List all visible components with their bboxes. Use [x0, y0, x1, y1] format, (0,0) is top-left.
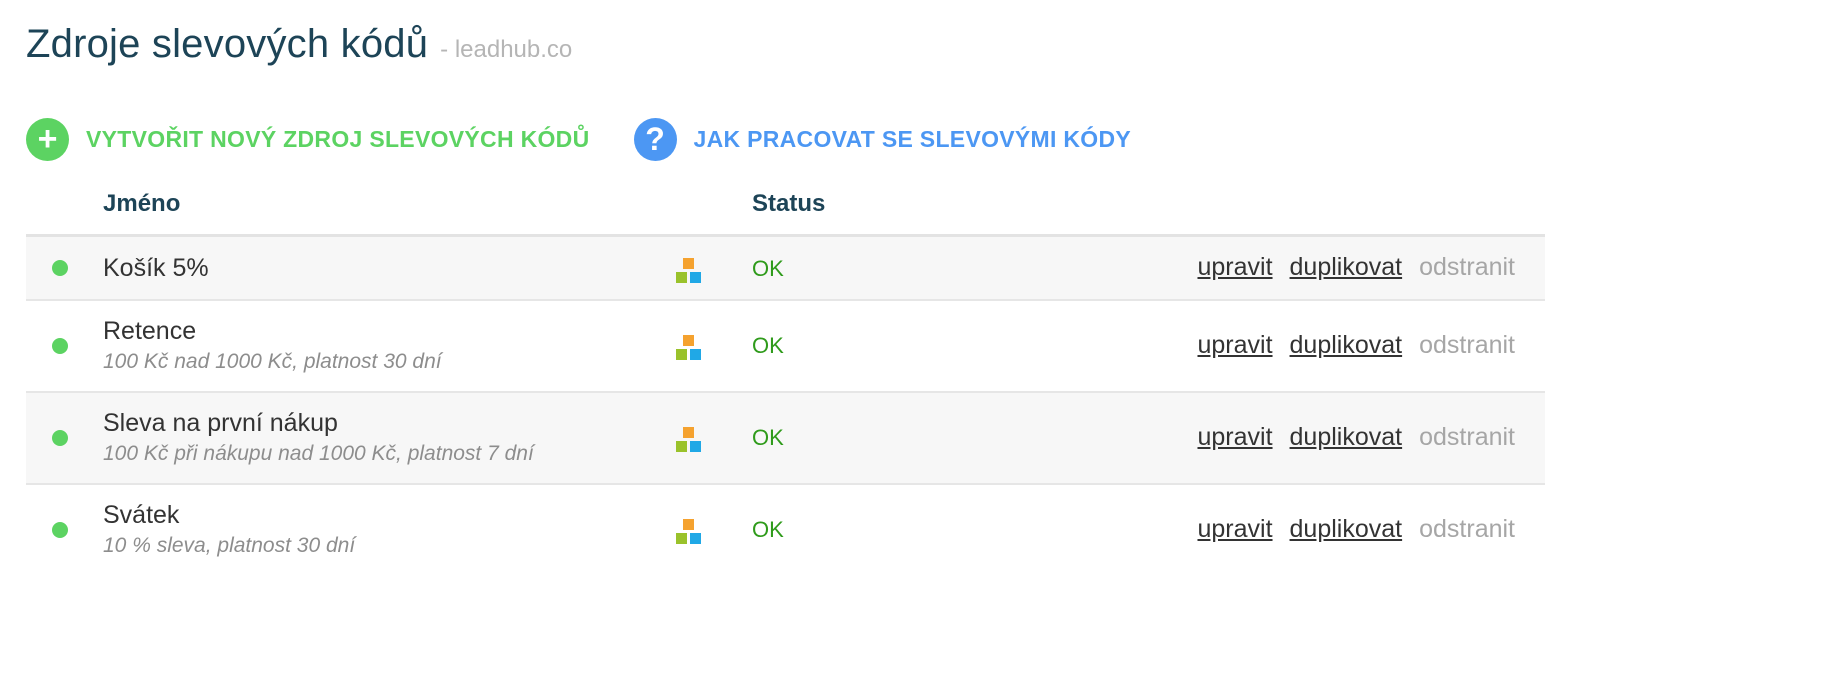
block-green [676, 272, 687, 283]
block-blue [690, 272, 701, 283]
table-row: Retence 100 Kč nad 1000 Kč, platnost 30 … [26, 301, 1545, 393]
block-orange [683, 519, 694, 530]
action-bar: + VYTVOŘIT NOVÝ ZDROJ SLEVOVÝCH KÓDŮ ? J… [26, 112, 1822, 166]
question-icon: ? [633, 117, 677, 161]
title-row: Zdroje slevových kódů - leadhub.co [26, 22, 1822, 74]
block-green [676, 441, 687, 452]
help-link[interactable]: ? JAK PRACOVAT SE SLEVOVÝMI KÓDY [633, 117, 1132, 161]
page: Zdroje slevových kódů - leadhub.co + VYT… [0, 0, 1848, 166]
table-row: Košík 5% OK upravit duplikovat odstranit [26, 237, 1545, 301]
help-label: JAK PRACOVAT SE SLEVOVÝMI KÓDY [693, 125, 1132, 152]
edit-link[interactable]: upravit [1197, 253, 1272, 282]
site-name: - leadhub.co [440, 36, 573, 63]
block-blue [690, 349, 701, 360]
table-row: Sleva na první nákup 100 Kč při nákupu n… [26, 393, 1545, 485]
row-description: 100 Kč při nákupu nad 1000 Kč, platnost … [103, 442, 534, 465]
edit-link[interactable]: upravit [1197, 515, 1272, 544]
status-text: OK [752, 517, 784, 542]
remove-link[interactable]: odstranit [1419, 423, 1515, 452]
edit-link[interactable]: upravit [1197, 423, 1272, 452]
duplicate-link[interactable]: duplikovat [1290, 515, 1403, 544]
row-actions: upravit duplikovat odstranit [1180, 515, 1515, 544]
leadhub-blocks-icon [676, 519, 702, 545]
row-name: Košík 5% [103, 254, 209, 282]
block-blue [690, 533, 701, 544]
row-actions: upravit duplikovat odstranit [1180, 331, 1515, 360]
row-name-block: Retence 100 Kč nad 1000 Kč, platnost 30 … [103, 316, 442, 376]
row-description: 10 % sleva, platnost 30 dní [103, 534, 356, 557]
status-text: OK [752, 425, 784, 450]
row-name: Retence [103, 317, 197, 345]
status-dot-icon [52, 430, 68, 446]
block-orange [683, 427, 694, 438]
leadhub-blocks-icon [676, 335, 702, 361]
remove-link[interactable]: odstranit [1419, 331, 1515, 360]
row-actions: upravit duplikovat odstranit [1180, 423, 1515, 452]
row-name: Sleva na první nákup [103, 409, 338, 437]
page-title: Zdroje slevových kódů [26, 22, 429, 66]
table-header: Jméno Status [26, 178, 1545, 237]
block-orange [683, 335, 694, 346]
status-dot-icon [52, 338, 68, 354]
leadhub-blocks-icon [676, 258, 702, 284]
row-name: Svátek [103, 501, 180, 529]
plus-icon: + [26, 117, 69, 161]
remove-link[interactable]: odstranit [1419, 515, 1515, 544]
row-name-block: Svátek 10 % sleva, platnost 30 dní [103, 500, 355, 560]
block-green [676, 349, 687, 360]
duplicate-link[interactable]: duplikovat [1290, 253, 1403, 282]
block-orange [683, 258, 694, 269]
status-dot-icon [52, 260, 68, 276]
remove-link[interactable]: odstranit [1419, 253, 1515, 282]
create-source-label: VYTVOŘIT NOVÝ ZDROJ SLEVOVÝCH KÓDŮ [86, 125, 590, 152]
row-description: 100 Kč nad 1000 Kč, platnost 30 dní [103, 350, 442, 373]
row-actions: upravit duplikovat odstranit [1180, 253, 1515, 282]
block-green [676, 533, 687, 544]
status-text: OK [752, 333, 784, 358]
block-blue [690, 441, 701, 452]
leadhub-blocks-icon [676, 427, 702, 453]
column-header-status: Status [752, 190, 826, 217]
duplicate-link[interactable]: duplikovat [1290, 423, 1403, 452]
table-row: Svátek 10 % sleva, platnost 30 dní OK up… [26, 485, 1545, 575]
row-name-block: Košík 5% [103, 253, 209, 283]
edit-link[interactable]: upravit [1197, 331, 1272, 360]
status-text: OK [752, 256, 784, 281]
discount-sources-table: Jméno Status Košík 5% OK upravit dupliko… [26, 178, 1545, 575]
row-name-block: Sleva na první nákup 100 Kč při nákupu n… [103, 408, 534, 468]
status-dot-icon [52, 522, 68, 538]
duplicate-link[interactable]: duplikovat [1290, 331, 1403, 360]
column-header-name: Jméno [103, 190, 181, 217]
create-source-button[interactable]: + VYTVOŘIT NOVÝ ZDROJ SLEVOVÝCH KÓDŮ [26, 117, 590, 161]
